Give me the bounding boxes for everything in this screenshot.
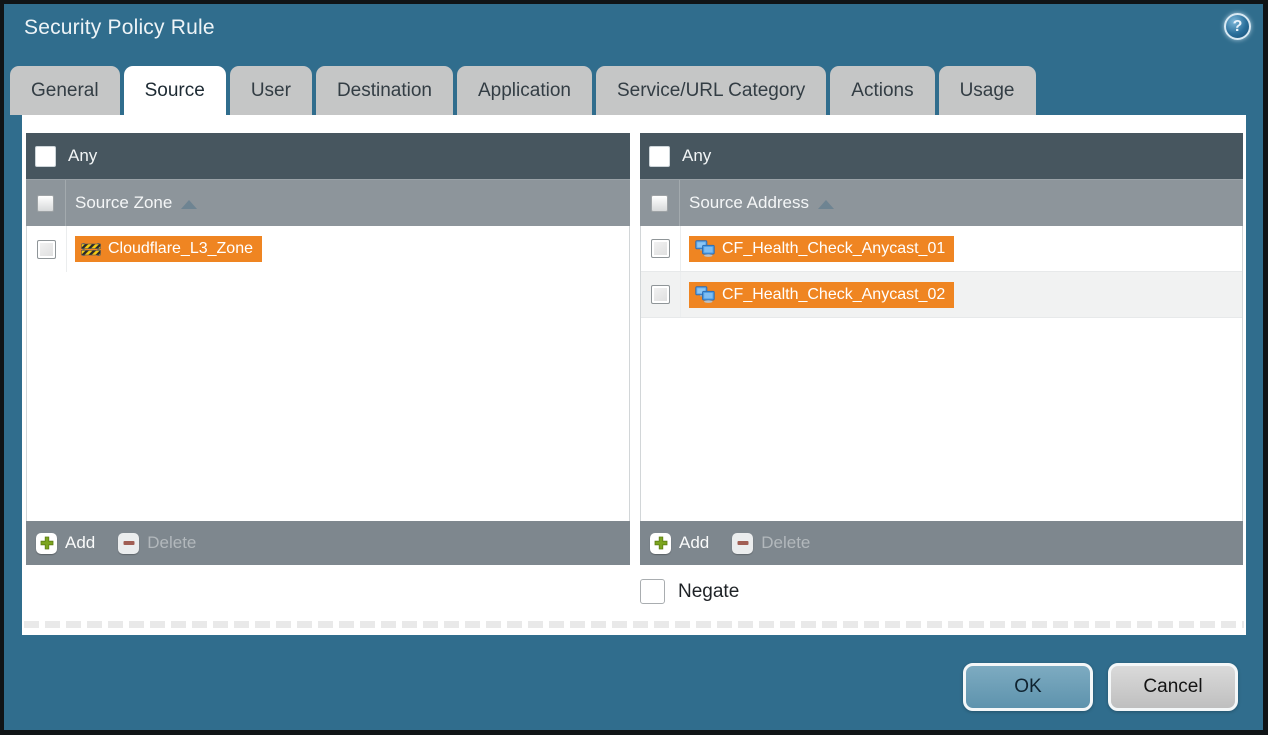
table-row[interactable]: CF_Health_Check_Anycast_02	[641, 272, 1242, 318]
source-address-footer: Add Delete	[640, 521, 1243, 565]
tab-usage[interactable]: Usage	[939, 66, 1036, 115]
zone-icon	[81, 241, 101, 257]
source-address-entry-label: CF_Health_Check_Anycast_01	[722, 240, 945, 258]
source-address-any-header: Any	[640, 133, 1243, 179]
source-address-select-all-checkbox[interactable]	[651, 195, 668, 212]
negate-label: Negate	[678, 581, 739, 603]
source-zone-panel: Any Source Zone	[26, 133, 630, 565]
select-all-cell	[640, 180, 680, 226]
source-address-column-label: Source Address	[689, 193, 809, 213]
add-button-label: Add	[65, 533, 95, 553]
source-zone-any-checkbox[interactable]	[35, 146, 56, 167]
resize-grip	[24, 621, 1244, 628]
delete-minus-icon	[118, 533, 139, 554]
address-icon	[695, 240, 715, 257]
source-zone-column-header[interactable]: Source Zone	[26, 179, 630, 226]
row-checkbox[interactable]	[37, 240, 56, 259]
cancel-button[interactable]: Cancel	[1108, 663, 1238, 711]
add-button-label: Add	[679, 533, 709, 553]
negate-checkbox[interactable]	[640, 579, 665, 604]
tab-user[interactable]: User	[230, 66, 312, 115]
table-row[interactable]: Cloudflare_L3_Zone	[27, 226, 629, 272]
table-row[interactable]: CF_Health_Check_Anycast_01	[641, 226, 1242, 272]
source-zone-column-label: Source Zone	[75, 193, 172, 213]
add-plus-icon	[650, 533, 671, 554]
source-zone-any-label: Any	[68, 146, 97, 166]
tab-application[interactable]: Application	[457, 66, 592, 115]
help-icon[interactable]: ?	[1224, 13, 1251, 40]
source-address-any-checkbox[interactable]	[649, 146, 670, 167]
source-address-column-header[interactable]: Source Address	[640, 179, 1243, 226]
source-zone-entry[interactable]: Cloudflare_L3_Zone	[75, 236, 262, 262]
tab-actions[interactable]: Actions	[830, 66, 934, 115]
tab-source[interactable]: Source	[124, 66, 226, 115]
delete-button-label: Delete	[147, 533, 196, 553]
row-checkbox[interactable]	[651, 285, 670, 304]
security-policy-rule-dialog: Security Policy Rule ? General Source Us…	[0, 0, 1268, 735]
source-address-entry[interactable]: CF_Health_Check_Anycast_02	[689, 282, 954, 308]
row-checkbox-cell	[641, 272, 681, 317]
source-address-entry-label: CF_Health_Check_Anycast_02	[722, 286, 945, 304]
source-address-panel: Any Source Address	[640, 133, 1243, 565]
tab-service-url-category[interactable]: Service/URL Category	[596, 66, 826, 115]
source-address-any-label: Any	[682, 146, 711, 166]
add-button[interactable]: Add	[36, 533, 95, 554]
tab-general[interactable]: General	[10, 66, 120, 115]
source-tab-content: Any Source Zone	[22, 115, 1246, 635]
row-checkbox[interactable]	[651, 239, 670, 258]
source-zone-any-header: Any	[26, 133, 630, 179]
dialog-title: Security Policy Rule	[24, 16, 215, 40]
tab-strip: General Source User Destination Applicat…	[10, 66, 1036, 115]
row-checkbox-cell	[27, 226, 67, 272]
select-all-cell	[26, 180, 66, 226]
sort-ascending-icon	[818, 200, 834, 209]
address-icon	[695, 286, 715, 303]
add-button[interactable]: Add	[650, 533, 709, 554]
delete-button-label: Delete	[761, 533, 810, 553]
delete-button[interactable]: Delete	[118, 533, 196, 554]
negate-row: Negate	[640, 579, 739, 604]
ok-button[interactable]: OK	[963, 663, 1093, 711]
source-address-entry[interactable]: CF_Health_Check_Anycast_01	[689, 236, 954, 262]
sort-ascending-icon	[181, 200, 197, 209]
delete-button[interactable]: Delete	[732, 533, 810, 554]
source-zone-select-all-checkbox[interactable]	[37, 195, 54, 212]
row-checkbox-cell	[641, 226, 681, 271]
source-zone-list: Cloudflare_L3_Zone	[26, 226, 630, 521]
source-zone-footer: Add Delete	[26, 521, 630, 565]
tab-destination[interactable]: Destination	[316, 66, 453, 115]
delete-minus-icon	[732, 533, 753, 554]
source-address-list: CF_Health_Check_Anycast_01	[640, 226, 1243, 521]
add-plus-icon	[36, 533, 57, 554]
source-zone-entry-label: Cloudflare_L3_Zone	[108, 240, 253, 258]
